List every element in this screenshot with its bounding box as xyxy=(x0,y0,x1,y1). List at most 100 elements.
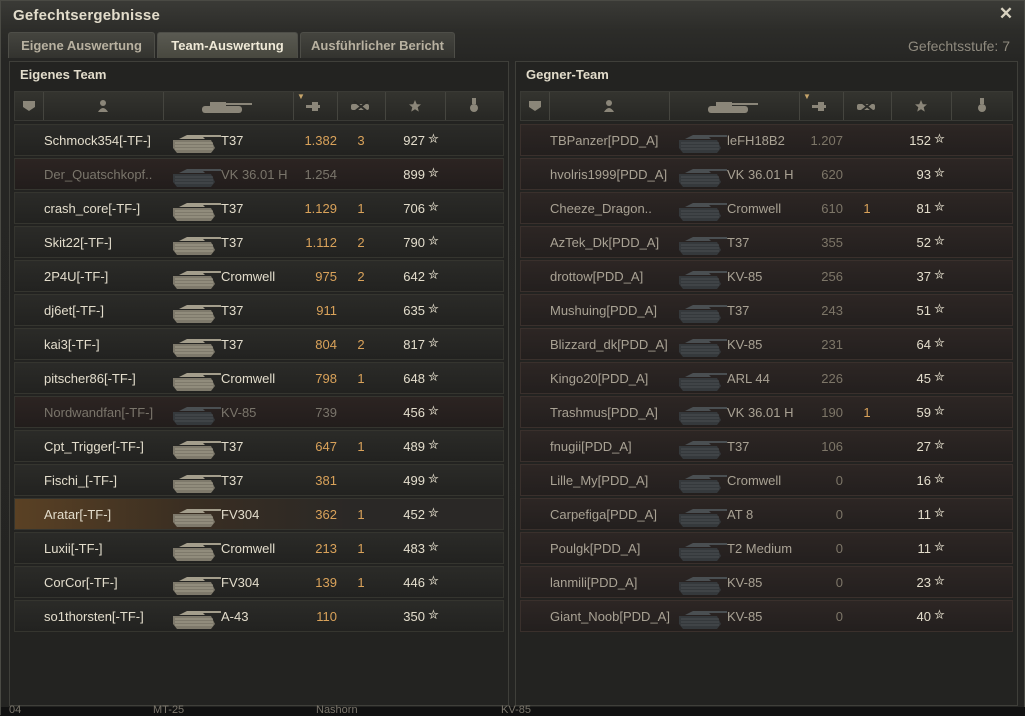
table-row[interactable]: lanmili[PDD_A] KV-85 0 23 ✮ xyxy=(520,566,1013,598)
tank-silhouette-icon xyxy=(173,509,221,527)
damage-value: 362 xyxy=(315,507,337,522)
xp-value: 37 xyxy=(916,269,931,284)
tank-silhouette-icon xyxy=(679,203,727,221)
tank-column-header[interactable] xyxy=(669,92,800,120)
table-row[interactable]: so1thorsten[-TF-] A-43 110 350 ✮ xyxy=(14,600,504,632)
damage-value: 0 xyxy=(835,575,843,590)
tank-silhouette-icon xyxy=(679,271,727,289)
table-row[interactable]: Fischi_[-TF-] T37 381 499 ✮ xyxy=(14,464,504,496)
tank-silhouette-icon xyxy=(173,373,221,391)
table-row[interactable]: Mushuing[PDD_A] T37 243 51 ✮ xyxy=(520,294,1013,326)
table-row[interactable]: hvolris1999[PDD_A] VK 36.01 H 620 93 ✮ xyxy=(520,158,1013,190)
table-row[interactable]: TBPanzer[PDD_A] leFH18B2 1.207 152 ✮ xyxy=(520,124,1013,156)
kills-value: 1 xyxy=(357,507,365,522)
player-column-header[interactable] xyxy=(43,92,164,120)
player-column-header[interactable] xyxy=(549,92,670,120)
xp-column-header[interactable] xyxy=(385,92,446,120)
table-row[interactable]: Schmock354[-TF-] T37 1.382 3 927 ✮ xyxy=(14,124,504,156)
table-row[interactable]: Luxii[-TF-] Cromwell 213 1 483 ✮ xyxy=(14,532,504,564)
tab-ausfuehrlicher-bericht[interactable]: Ausführlicher Bericht xyxy=(300,32,455,58)
table-row[interactable]: fnugii[PDD_A] T37 106 27 ✮ xyxy=(520,430,1013,462)
tank-silhouette-icon xyxy=(173,441,221,459)
tank-name: Cromwell xyxy=(727,201,782,216)
player-icon xyxy=(604,100,614,112)
enemy-team-header: ▼ xyxy=(520,91,1013,121)
table-row[interactable]: Kingo20[PDD_A] ARL 44 226 45 ✮ xyxy=(520,362,1013,394)
star-icon: ✮ xyxy=(934,335,945,350)
squad-column-header[interactable] xyxy=(15,92,44,120)
table-row[interactable]: dj6et[-TF-] T37 911 635 ✮ xyxy=(14,294,504,326)
star-icon: ✮ xyxy=(934,573,945,588)
tank-name: KV-85 xyxy=(727,609,763,624)
background-label: Nashorn xyxy=(316,704,358,716)
table-row[interactable]: 2P4U[-TF-] Cromwell 975 2 642 ✮ xyxy=(14,260,504,292)
player-name: Lille_My[PDD_A] xyxy=(550,473,649,488)
table-row[interactable]: kai3[-TF-] T37 804 2 817 ✮ xyxy=(14,328,504,360)
damage-column-header[interactable]: ▼ xyxy=(293,92,338,120)
damage-value: 0 xyxy=(835,507,843,522)
table-row[interactable]: Der_Quatschkopf.. VK 36.01 H 1.254 899 ✮ xyxy=(14,158,504,190)
table-row[interactable]: Skit22[-TF-] T37 1.112 2 790 ✮ xyxy=(14,226,504,258)
background-label: 04 xyxy=(9,704,22,716)
kills-value: 1 xyxy=(863,201,871,216)
medal-column-header[interactable] xyxy=(951,92,1012,120)
damage-value: 647 xyxy=(315,439,337,454)
player-name: pitscher86[-TF-] xyxy=(44,371,136,386)
table-row[interactable]: drottow[PDD_A] KV-85 256 37 ✮ xyxy=(520,260,1013,292)
xp-value: 635 xyxy=(403,303,425,318)
enemy-team-panel: Gegner-Team ▼ TBPanzer[PDD_A] leFH18B2 1… xyxy=(515,61,1018,706)
star-icon: ✮ xyxy=(428,607,439,622)
own-team-header: ▼ xyxy=(14,91,504,121)
table-row[interactable]: Aratar[-TF-] FV304 362 1 452 ✮ xyxy=(14,498,504,530)
player-name: kai3[-TF-] xyxy=(44,337,100,352)
table-row[interactable]: crash_core[-TF-] T37 1.129 1 706 ✮ xyxy=(14,192,504,224)
damage-value: 213 xyxy=(315,541,337,556)
tank-name: Cromwell xyxy=(727,473,782,488)
star-icon: ✮ xyxy=(934,369,945,384)
player-icon xyxy=(98,100,108,112)
tank-silhouette-icon xyxy=(173,543,221,561)
tank-silhouette-icon xyxy=(679,237,727,255)
tank-silhouette-icon xyxy=(173,135,221,153)
kills-value: 1 xyxy=(357,201,365,216)
kills-column-header[interactable] xyxy=(337,92,386,120)
table-row[interactable]: Giant_Noob[PDD_A] KV-85 0 40 ✮ xyxy=(520,600,1013,632)
close-icon[interactable]: ✕ xyxy=(997,5,1015,23)
table-row[interactable]: pitscher86[-TF-] Cromwell 798 1 648 ✮ xyxy=(14,362,504,394)
table-row[interactable]: Nordwandfan[-TF-] KV-85 739 456 ✮ xyxy=(14,396,504,428)
table-row[interactable]: Lille_My[PDD_A] Cromwell 0 16 ✮ xyxy=(520,464,1013,496)
table-row[interactable]: Trashmus[PDD_A] VK 36.01 H 190 1 59 ✮ xyxy=(520,396,1013,428)
tab-team-auswertung[interactable]: Team-Auswertung xyxy=(157,32,298,58)
star-icon: ✮ xyxy=(428,573,439,588)
sort-indicator-icon: ▼ xyxy=(803,92,811,101)
table-row[interactable]: Carpefiga[PDD_A] AT 8 0 11 ✮ xyxy=(520,498,1013,530)
tank-name: Cromwell xyxy=(221,541,276,556)
table-row[interactable]: CorCor[-TF-] FV304 139 1 446 ✮ xyxy=(14,566,504,598)
xp-column-header[interactable] xyxy=(891,92,952,120)
tank-silhouette-icon xyxy=(173,339,221,357)
tab-eigene-auswertung[interactable]: Eigene Auswertung xyxy=(8,32,155,58)
xp-value: 152 xyxy=(909,133,931,148)
player-name: so1thorsten[-TF-] xyxy=(44,609,144,624)
player-name: fnugii[PDD_A] xyxy=(550,439,632,454)
tank-column-header[interactable] xyxy=(163,92,294,120)
medal-column-header[interactable] xyxy=(445,92,503,120)
damage-value: 355 xyxy=(821,235,843,250)
xp-star-icon xyxy=(915,100,927,112)
table-row[interactable]: Cpt_Trigger[-TF-] T37 647 1 489 ✮ xyxy=(14,430,504,462)
table-row[interactable]: Poulgk[PDD_A] T2 Medium 0 11 ✮ xyxy=(520,532,1013,564)
damage-value: 106 xyxy=(821,439,843,454)
table-row[interactable]: AzTek_Dk[PDD_A] T37 355 52 ✮ xyxy=(520,226,1013,258)
squad-column-header[interactable] xyxy=(521,92,550,120)
damage-column-header[interactable]: ▼ xyxy=(799,92,844,120)
star-icon: ✮ xyxy=(934,199,945,214)
xp-value: 446 xyxy=(403,575,425,590)
table-row[interactable]: Cheeze_Dragon.. Cromwell 610 1 81 ✮ xyxy=(520,192,1013,224)
tank-silhouette-icon xyxy=(679,373,727,391)
damage-value: 610 xyxy=(821,201,843,216)
player-name: Luxii[-TF-] xyxy=(44,541,103,556)
table-row[interactable]: Blizzard_dk[PDD_A] KV-85 231 64 ✮ xyxy=(520,328,1013,360)
kills-column-header[interactable] xyxy=(843,92,892,120)
player-name: TBPanzer[PDD_A] xyxy=(550,133,659,148)
xp-value: 52 xyxy=(916,235,931,250)
